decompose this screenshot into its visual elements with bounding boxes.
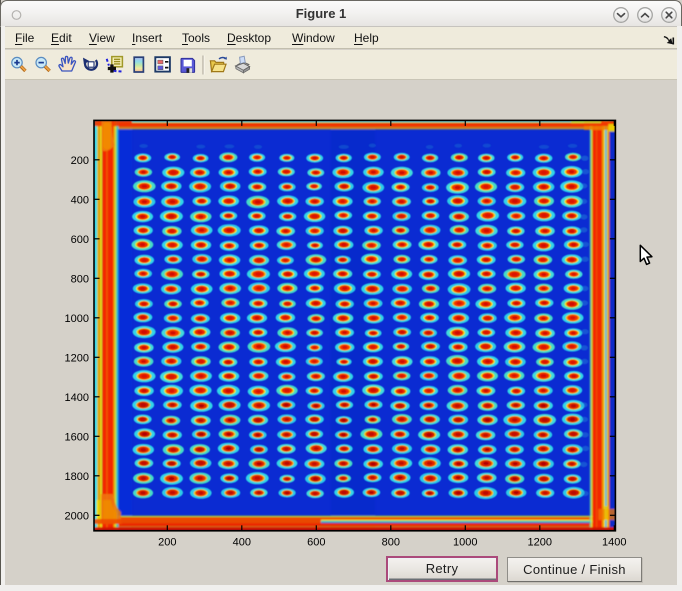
svg-text:1000: 1000 (453, 537, 477, 549)
svg-text:200: 200 (71, 155, 89, 167)
svg-text:800: 800 (382, 537, 400, 549)
svg-text:400: 400 (233, 537, 251, 549)
svg-text:2000: 2000 (65, 510, 89, 522)
svg-text:200: 200 (158, 537, 176, 549)
svg-text:400: 400 (71, 194, 89, 206)
svg-text:1400: 1400 (602, 537, 626, 549)
svg-text:600: 600 (71, 234, 89, 246)
svg-text:1400: 1400 (65, 392, 89, 404)
svg-text:1600: 1600 (65, 431, 89, 443)
svg-text:1000: 1000 (65, 313, 89, 325)
svg-text:1200: 1200 (65, 352, 89, 364)
svg-text:1800: 1800 (65, 471, 89, 483)
svg-text:600: 600 (307, 537, 325, 549)
svg-text:1200: 1200 (528, 537, 552, 549)
svg-text:800: 800 (71, 273, 89, 285)
